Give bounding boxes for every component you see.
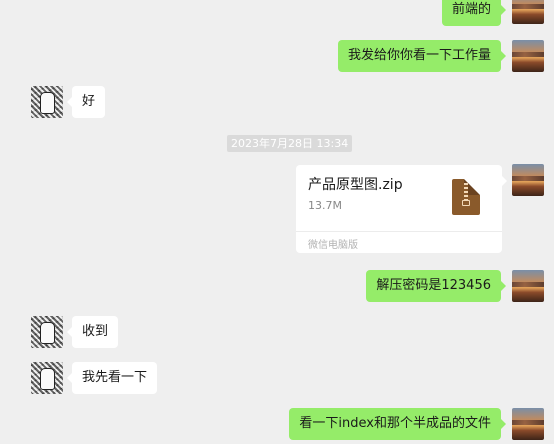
file-source-label: 微信电脑版	[308, 240, 358, 251]
divider	[296, 231, 502, 232]
zip-file-icon	[452, 179, 480, 215]
self-avatar[interactable]	[512, 164, 544, 196]
message-text: 看一下index和那个半成品的文件	[299, 416, 491, 431]
message-timestamp: 2023年7月28日 13:34	[227, 135, 353, 152]
message-bubble-self[interactable]: 看一下index和那个半成品的文件	[289, 408, 506, 440]
zipper-teeth	[464, 183, 468, 201]
message-text: 收到	[82, 324, 109, 339]
contact-avatar[interactable]	[31, 316, 63, 348]
message-bubble-other[interactable]: 我先看一下	[66, 362, 158, 394]
message-bubble-self[interactable]: 前端的	[441, 0, 507, 26]
contact-avatar[interactable]	[31, 86, 63, 118]
file-size: 13.7M	[308, 199, 342, 212]
file-name: 产品原型图.zip	[308, 177, 403, 193]
message-text: 好	[82, 94, 96, 109]
message-text: 解压密码是123456	[376, 278, 491, 293]
file-message-card[interactable]: 产品原型图.zip 13.7M 微信电脑版	[296, 165, 507, 253]
message-bubble-other[interactable]: 好	[66, 86, 106, 118]
message-bubble-self[interactable]: 我发给你你看一下工作量	[337, 40, 507, 72]
message-bubble-other[interactable]: 收到	[66, 316, 119, 348]
self-avatar[interactable]	[512, 408, 544, 440]
self-avatar[interactable]	[512, 270, 544, 302]
message-text: 我先看一下	[82, 370, 148, 385]
self-avatar[interactable]	[512, 0, 544, 24]
message-bubble-self[interactable]: 解压密码是123456	[366, 270, 506, 302]
zipper-pull	[462, 200, 470, 206]
message-text: 前端的	[451, 2, 491, 17]
contact-avatar[interactable]	[31, 362, 63, 394]
self-avatar[interactable]	[512, 40, 544, 72]
message-text: 我发给你你看一下工作量	[347, 48, 491, 63]
